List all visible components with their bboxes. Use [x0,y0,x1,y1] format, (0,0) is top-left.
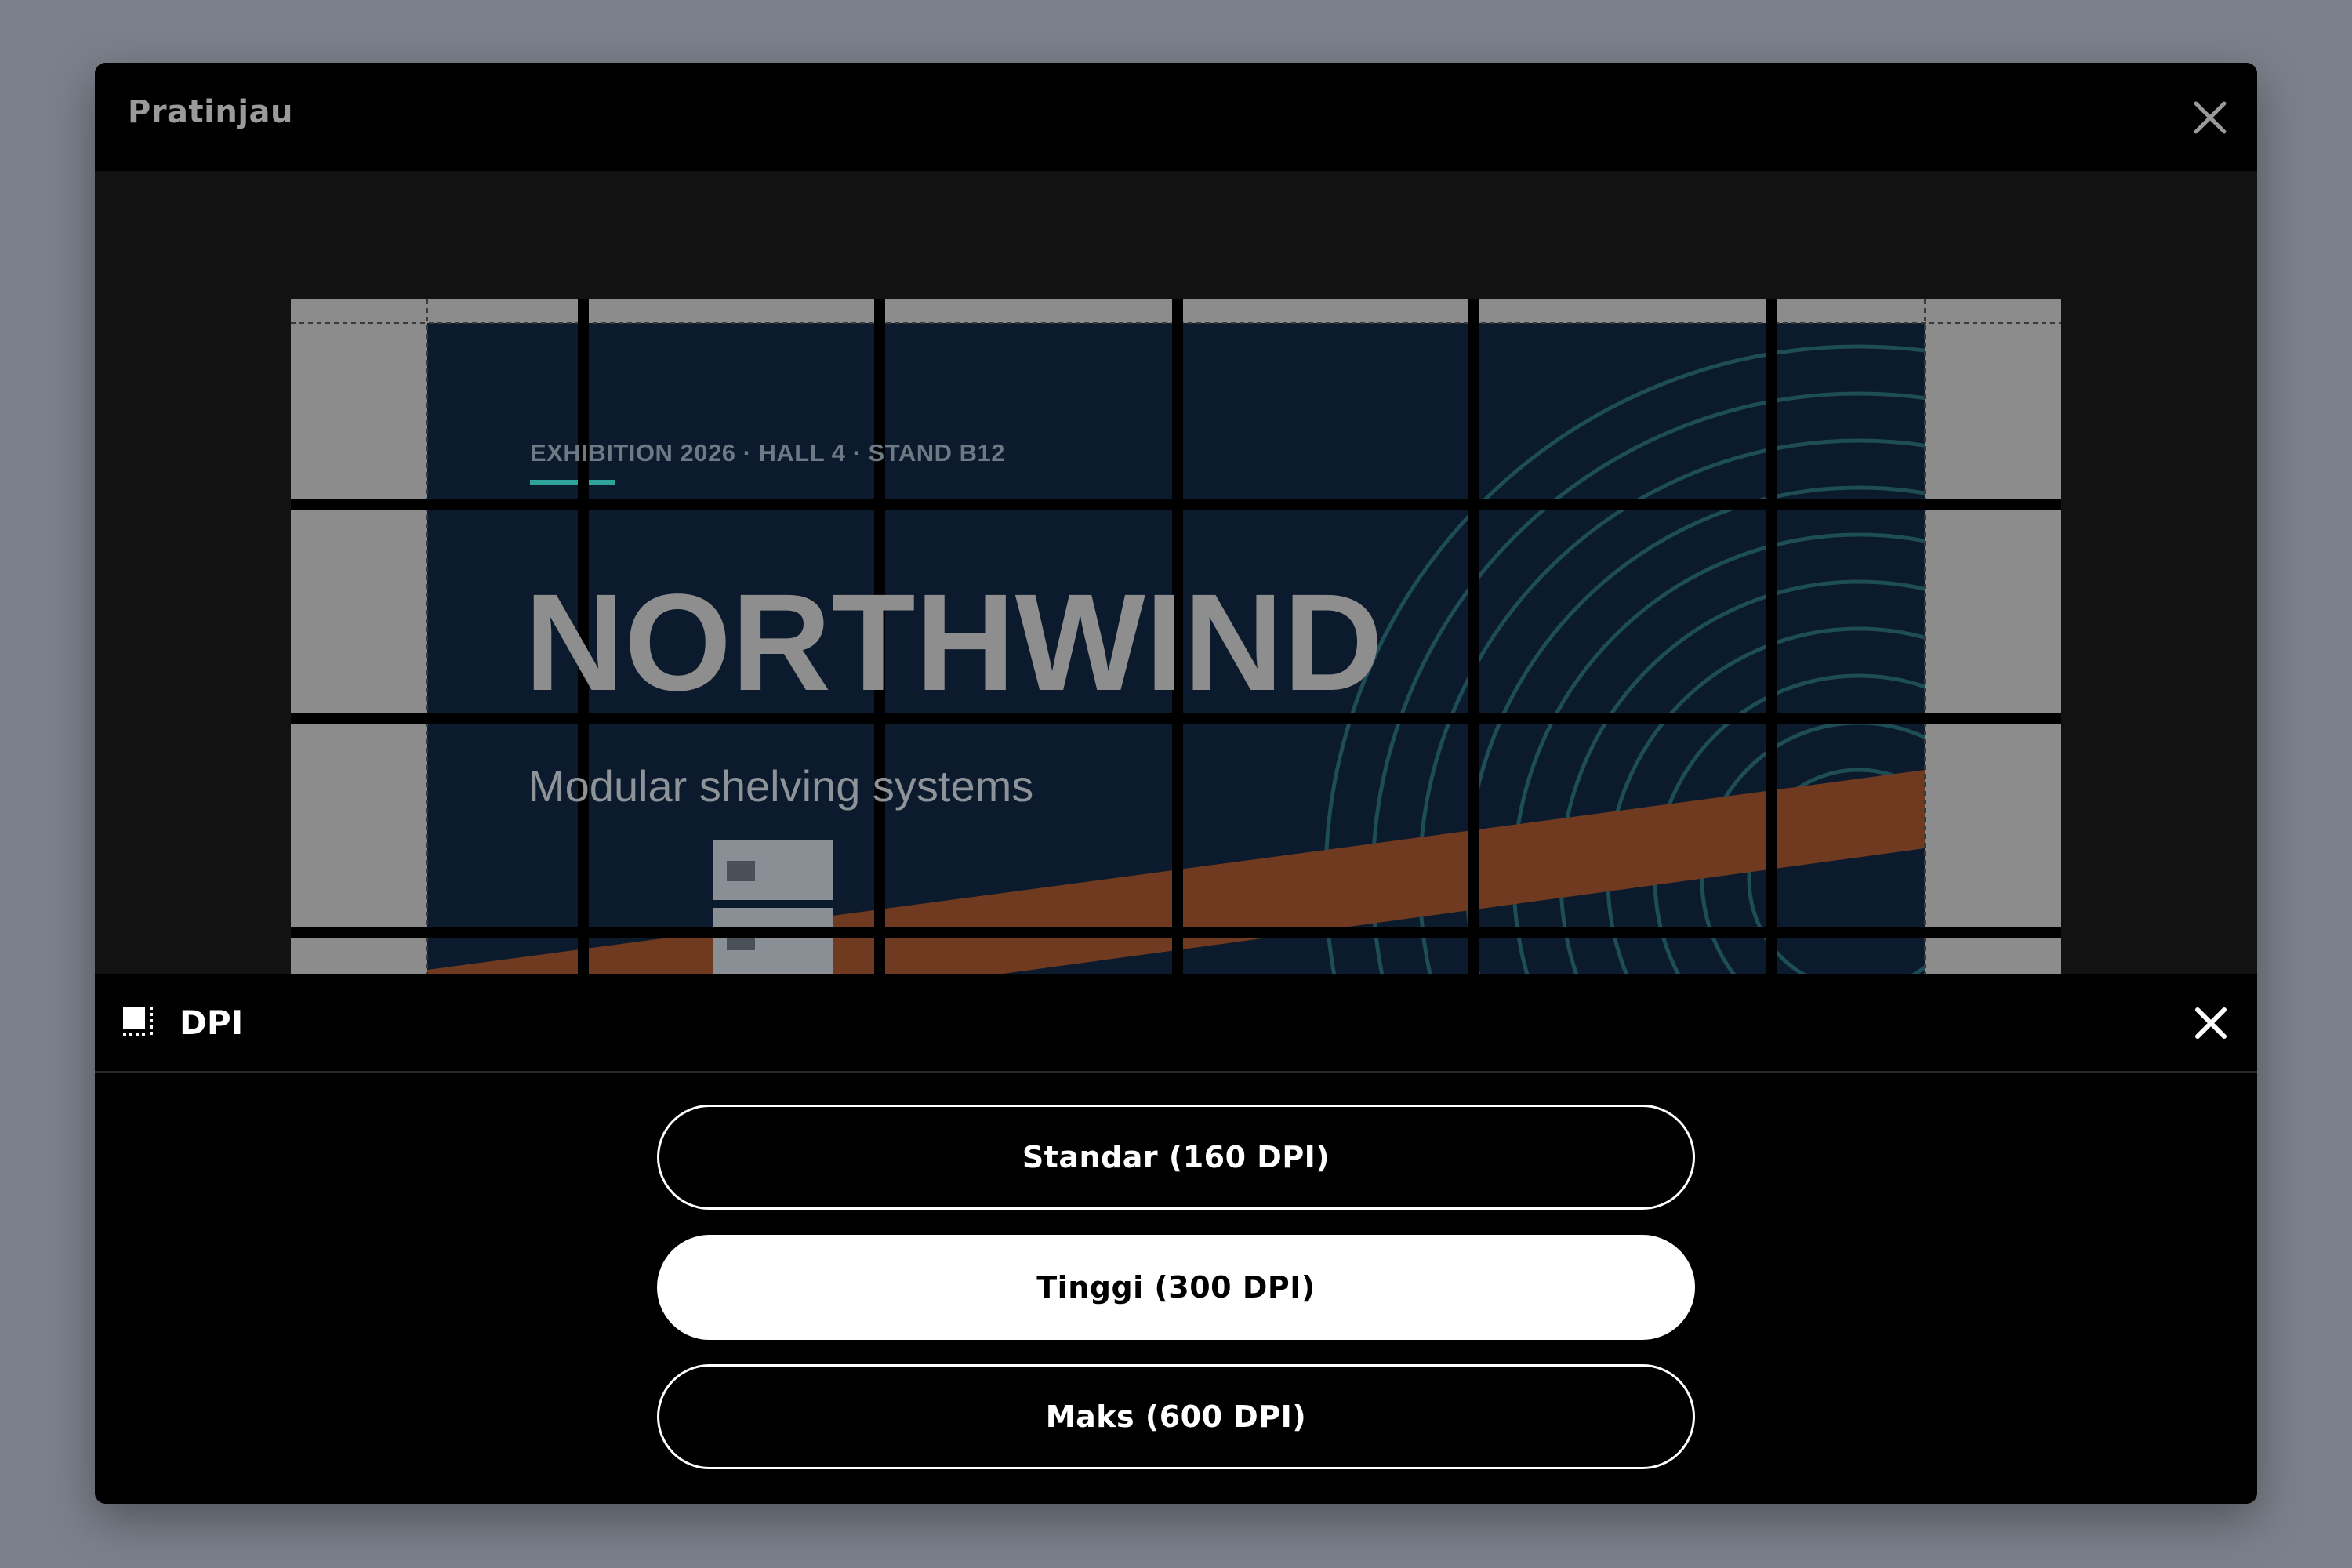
dpi-panel-header: DPI [95,974,2257,1073]
dpi-icon [123,1007,153,1036]
dpi-panel-title: DPI [180,1004,244,1042]
close-icon [2194,101,2227,134]
poster-preview: EXHIBITION 2026 · HALL 4 · STAND B12 NOR… [291,299,2061,1036]
dpi-panel: DPI Standar (160 DPI) Tinggi (300 DPI) M… [95,974,2257,1504]
poster-tagline: Modular shelving systems [528,761,1034,811]
kicker-underline [530,480,615,485]
preview-area: EXHIBITION 2026 · HALL 4 · STAND B12 NOR… [95,171,2257,1036]
modal-title: Pratinjau [128,94,294,130]
dpi-option-high[interactable]: Tinggi (300 DPI) [657,1235,1695,1340]
preview-modal: Pratinjau EXHIBITION 2026 · HALL 4 · STA… [95,63,2257,1504]
dpi-option-max[interactable]: Maks (600 DPI) [657,1364,1695,1469]
modal-header: Pratinjau [95,63,2257,171]
dpi-option-standard[interactable]: Standar (160 DPI) [657,1105,1695,1210]
dpi-panel-close-button[interactable] [2185,997,2237,1049]
poster-headline: NORTHWIND [524,566,1383,720]
poster-kicker: EXHIBITION 2026 · HALL 4 · STAND B12 [530,439,1005,466]
close-icon [2195,1007,2227,1039]
modal-close-button[interactable] [2182,89,2238,146]
